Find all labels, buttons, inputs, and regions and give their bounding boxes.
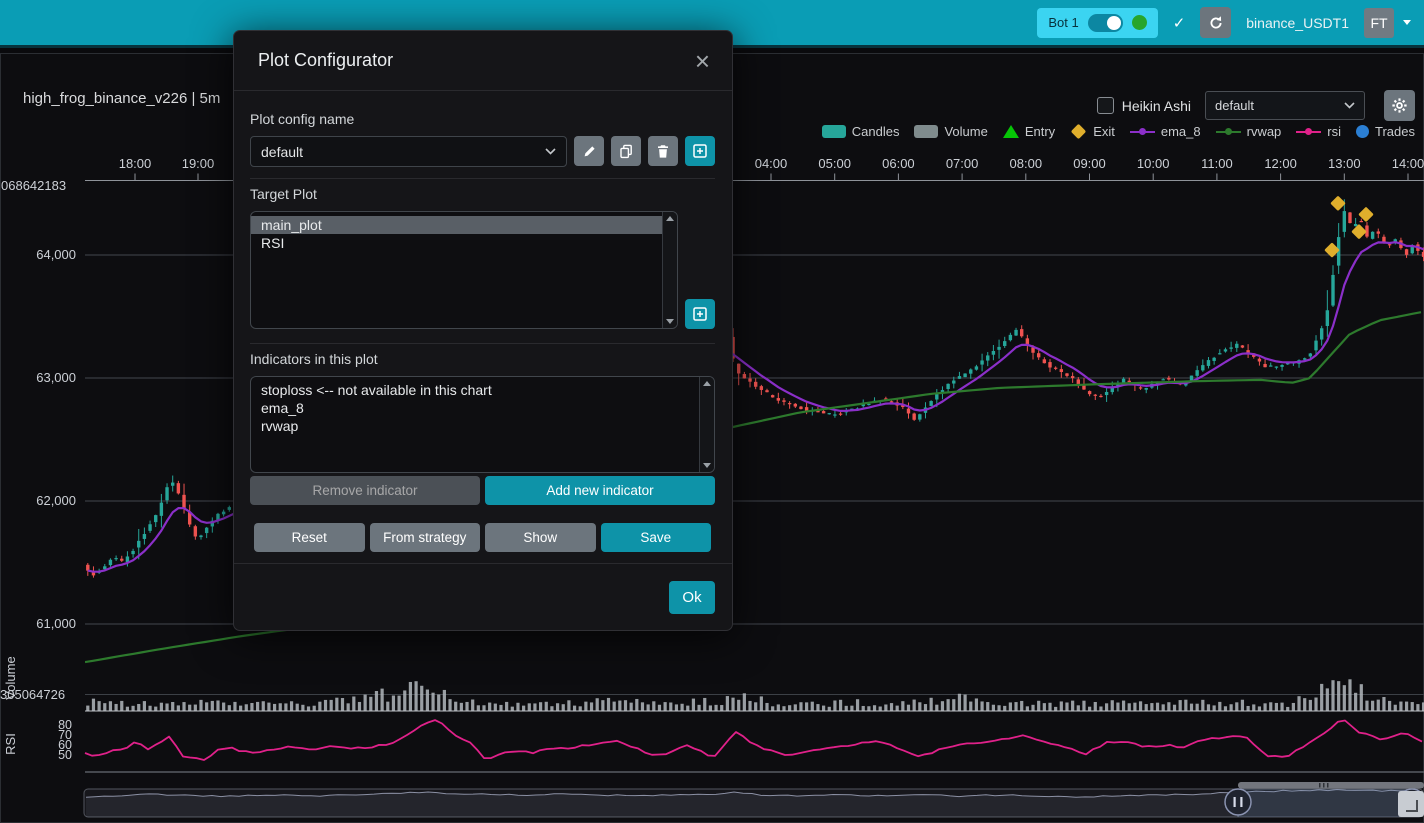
user-avatar[interactable]: FT <box>1364 8 1394 38</box>
scroll-up-icon[interactable] <box>666 216 674 221</box>
config-name-select-value: default <box>261 144 303 160</box>
svg-text:14:00: 14:00 <box>1392 156 1424 171</box>
modal-title: Plot Configurator <box>258 50 393 71</box>
config-name-row: default <box>250 136 715 165</box>
delete-config-button[interactable] <box>648 136 678 166</box>
target-plot-items: main_plotRSI <box>251 212 677 252</box>
rename-config-button[interactable] <box>574 136 604 166</box>
exit-marker-icon <box>1351 224 1367 240</box>
scroll-up-icon[interactable] <box>703 381 711 386</box>
svg-text:RSI: RSI <box>3 733 18 755</box>
target-plot-row: main_plotRSI <box>250 211 715 329</box>
indicators-listbox[interactable]: stoploss <-- not available in this chart… <box>250 376 715 473</box>
svg-text:11:00: 11:00 <box>1201 156 1233 171</box>
refresh-icon <box>1208 15 1224 31</box>
modal-header: Plot Configurator × <box>234 31 732 91</box>
divider <box>250 343 715 344</box>
remove-indicator-button[interactable]: Remove indicator <box>250 476 480 505</box>
plus-square-icon <box>692 306 708 322</box>
svg-text:62,000: 62,000 <box>36 493 76 508</box>
duplicate-config-button[interactable] <box>611 136 641 166</box>
check-icon: ✓ <box>1173 14 1186 32</box>
svg-text:61,000: 61,000 <box>36 616 76 631</box>
indicators-label: Indicators in this plot <box>250 351 715 367</box>
modal-footer: Ok <box>234 563 732 630</box>
bot-name-label: Bot 1 <box>1048 15 1078 30</box>
reset-button[interactable]: Reset <box>254 523 365 552</box>
config-name-select[interactable]: default <box>250 136 567 167</box>
modal-body: Plot config name default <box>234 91 732 552</box>
config-actions-row: Reset From strategy Show Save <box>250 523 715 552</box>
svg-text:10:00: 10:00 <box>1137 156 1170 171</box>
horizontal-scrollbar[interactable] <box>1238 782 1424 789</box>
target-plot-item[interactable]: RSI <box>251 234 662 252</box>
svg-text:13:00: 13:00 <box>1328 156 1361 171</box>
refresh-button[interactable] <box>1200 7 1231 38</box>
add-plot-button[interactable] <box>685 299 715 329</box>
svg-text:04:00: 04:00 <box>755 156 788 171</box>
scrollbar[interactable] <box>662 212 677 328</box>
target-plot-listbox[interactable]: main_plotRSI <box>250 211 678 329</box>
svg-text:09:00: 09:00 <box>1073 156 1106 171</box>
scrollbar[interactable] <box>699 377 714 472</box>
svg-text:50: 50 <box>58 748 72 762</box>
svg-text:19:00: 19:00 <box>182 156 215 171</box>
svg-text:63,000: 63,000 <box>36 370 76 385</box>
indicator-actions-row: Remove indicator Add new indicator <box>250 476 715 505</box>
resize-handle[interactable] <box>1398 791 1424 817</box>
exit-marker-icon <box>1358 207 1374 223</box>
indicator-items: stoploss <-- not available in this chart… <box>251 377 714 435</box>
save-button[interactable]: Save <box>601 523 712 552</box>
close-icon[interactable]: × <box>695 48 710 74</box>
plot-config-name-label: Plot config name <box>250 111 715 127</box>
add-new-indicator-button[interactable]: Add new indicator <box>485 476 715 505</box>
svg-text:068642183: 068642183 <box>1 178 66 193</box>
target-plot-item[interactable]: main_plot <box>251 216 662 234</box>
svg-text:Volume: Volume <box>3 656 18 699</box>
bot-selector-button[interactable]: Bot 1 <box>1037 8 1157 38</box>
bot-toggle[interactable] <box>1088 14 1123 32</box>
add-config-button[interactable] <box>685 136 715 166</box>
trash-icon <box>656 144 670 159</box>
svg-text:05:00: 05:00 <box>818 156 851 171</box>
svg-text:06:00: 06:00 <box>882 156 915 171</box>
plot-configurator-modal: Plot Configurator × Plot config name def… <box>233 30 733 631</box>
from-strategy-button[interactable]: From strategy <box>370 523 481 552</box>
indicator-item[interactable]: ema_8 <box>251 399 699 417</box>
chevron-down-icon <box>545 148 556 155</box>
svg-text:64,000: 64,000 <box>36 247 76 262</box>
divider <box>250 178 715 179</box>
indicator-item[interactable]: stoploss <-- not available in this chart <box>251 381 699 399</box>
scroll-down-icon[interactable] <box>703 463 711 468</box>
show-button[interactable]: Show <box>485 523 596 552</box>
svg-text:18:00: 18:00 <box>119 156 152 171</box>
chevron-down-icon[interactable] <box>1403 20 1411 25</box>
indicator-item[interactable]: rvwap <box>251 417 699 435</box>
target-plot-label: Target Plot <box>250 186 715 202</box>
scroll-down-icon[interactable] <box>666 319 674 324</box>
copy-icon <box>619 144 634 159</box>
svg-text:12:00: 12:00 <box>1264 156 1297 171</box>
plus-square-icon <box>692 143 708 159</box>
bot-online-indicator <box>1132 15 1147 30</box>
toggle-knob <box>1107 16 1121 30</box>
exit-marker-icon <box>1330 196 1346 212</box>
ok-button[interactable]: Ok <box>669 581 715 614</box>
pencil-icon <box>582 144 597 159</box>
svg-text:08:00: 08:00 <box>1010 156 1043 171</box>
datazoom-handle[interactable] <box>1225 789 1251 815</box>
pair-label[interactable]: binance_USDT1 <box>1246 15 1349 31</box>
svg-text:07:00: 07:00 <box>946 156 979 171</box>
